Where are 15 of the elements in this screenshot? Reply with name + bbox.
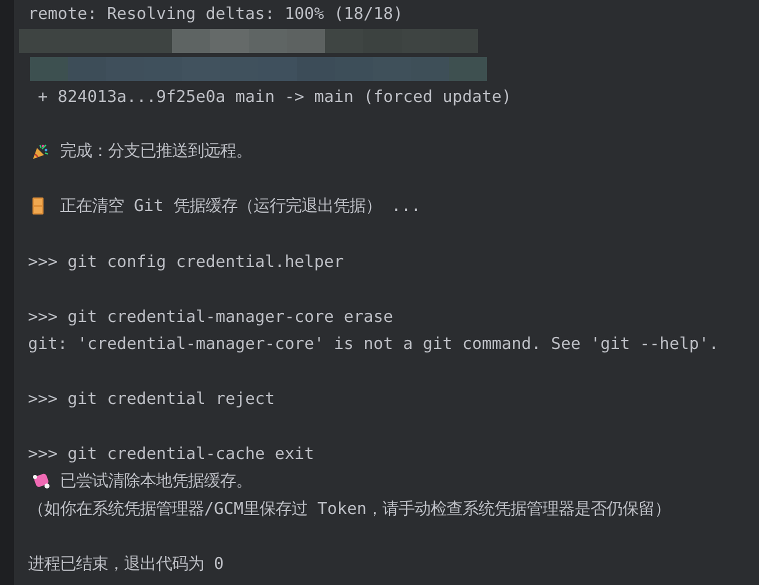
door-icon xyxy=(32,197,44,216)
command-text: >>> git credential-manager-core erase xyxy=(28,306,394,326)
sponge-icon xyxy=(32,472,52,490)
output-text: （如你在系统凭据管理器/GCM里保存过 Token，请手动检查系统凭据管理器是否仍保留） xyxy=(28,498,671,520)
output-text: git: 'credential-manager-core' is not a git command. See 'git --help'. xyxy=(28,334,719,354)
status-message: 完成：分支已推送到远程。 xyxy=(60,140,252,162)
output-text: 进程已结束，退出代码为 0 xyxy=(28,552,224,575)
party-popper-icon xyxy=(32,142,49,160)
command-text: >>> git credential-cache exit xyxy=(28,444,314,464)
status-message: 正在清空 Git 凭据缓存（运行完退出凭据） ... xyxy=(60,195,421,218)
output-text: remote: Resolving deltas: 100% (18/18) xyxy=(28,4,403,24)
command-text: >>> git credential reject xyxy=(28,389,275,408)
status-message: 已尝试清除本地凭据缓存。 xyxy=(60,470,252,492)
output-text: + 824013a...9f25e0a main -> main (forced update) xyxy=(36,86,512,106)
command-text: >>> git config credential.helper xyxy=(28,252,344,271)
